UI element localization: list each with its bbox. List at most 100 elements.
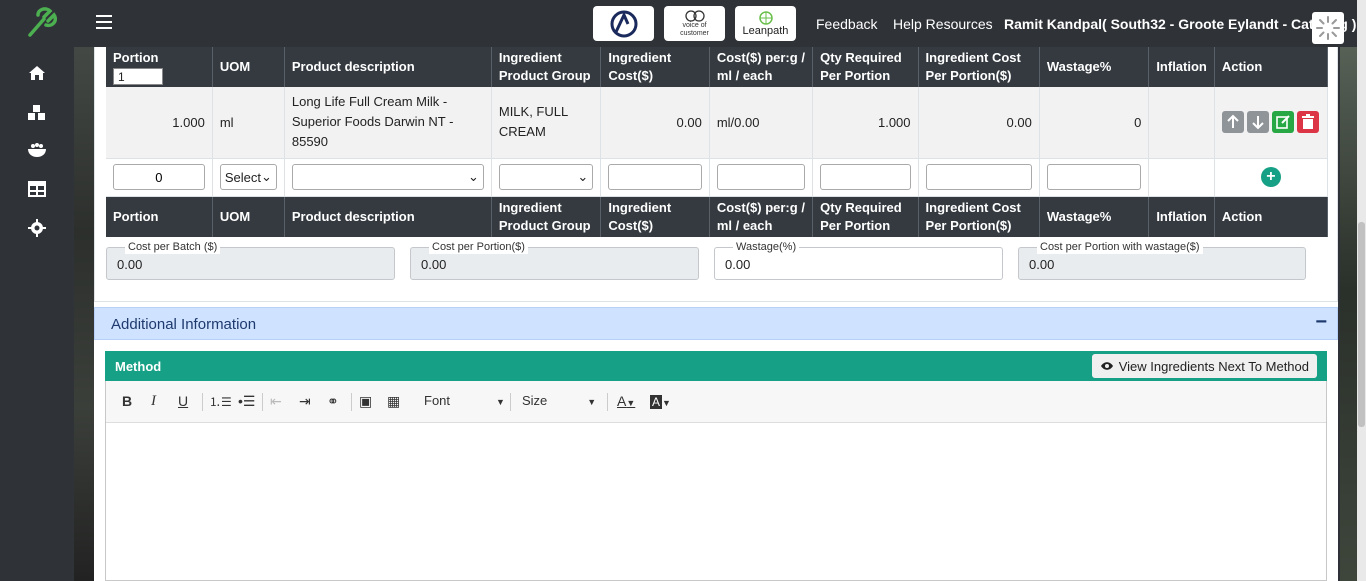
brand-leanpath-logo[interactable]: Leanpath: [735, 6, 796, 41]
user-menu[interactable]: Ramit Kandpal( South32 - Groote Eylandt …: [1004, 16, 1356, 32]
cost-per-batch-value: 0.00: [117, 257, 143, 272]
food-bowl-icon[interactable]: [27, 140, 47, 160]
portion-count-input[interactable]: [113, 68, 163, 85]
uom-select[interactable]: Select ⌄: [219, 164, 277, 190]
link-icon[interactable]: ⚭: [327, 393, 339, 410]
size-select[interactable]: Size ▼: [522, 393, 596, 408]
caret-down-icon: ▼: [587, 397, 597, 407]
footer-col-qty-required: Qty Required Per Portion: [812, 196, 919, 237]
move-down-icon[interactable]: [1246, 111, 1269, 134]
new-ingredient-cost-input[interactable]: [608, 164, 702, 190]
ingredients-table: Portion UOM Product description Ingredie…: [106, 47, 1329, 237]
new-qty-input[interactable]: [820, 164, 911, 190]
col-cost-per: Cost($) per:g / ml / each: [709, 47, 814, 87]
col-qty-required: Qty Required Per Portion: [812, 47, 919, 87]
sidebar: [0, 0, 74, 581]
toolbar-divider: [351, 393, 352, 411]
brand-ad-logo[interactable]: [593, 6, 654, 41]
product-description-select[interactable]: ⌄: [291, 164, 484, 190]
ordered-list-icon[interactable]: ⒈☰: [209, 393, 232, 410]
new-wastage-input[interactable]: [1046, 164, 1142, 190]
row-cost-portion: 0.00: [918, 87, 1040, 159]
add-ingredient-icon[interactable]: +: [1260, 167, 1281, 187]
product-group-select[interactable]: ⌄: [498, 164, 594, 190]
method-editor[interactable]: B I U ⒈☰ •☰ ⇤ ⇥ ⚭ ▣ ▦ Font ▼ Size ▼ A▼ A ▼: [105, 381, 1327, 581]
table-icon[interactable]: [27, 179, 47, 199]
move-up-icon[interactable]: [1221, 111, 1244, 134]
wastage-field[interactable]: Wastage(%) 0.00: [714, 240, 1003, 280]
row-product: Long Life Full Cream Milk - Superior Foo…: [284, 87, 492, 159]
method-title: Method: [115, 359, 162, 374]
background-color-icon[interactable]: A ▼: [650, 393, 671, 409]
footer-col-wastage: Wastage%: [1039, 196, 1150, 237]
brand-voice-of-customer-logo[interactable]: voice of customer: [664, 6, 725, 41]
row-cost: 0.00: [600, 87, 710, 159]
row-inflation: [1148, 87, 1215, 159]
background-image: [74, 0, 94, 581]
feedback-link[interactable]: Feedback: [816, 16, 877, 32]
image-icon[interactable]: ▣: [359, 393, 372, 410]
row-actions: [1214, 87, 1329, 159]
delete-icon[interactable]: [1296, 111, 1319, 134]
additional-information-title: Additional Information: [111, 316, 257, 333]
outdent-icon[interactable]: ⇤: [270, 393, 282, 410]
table-insert-icon[interactable]: ▦: [387, 393, 400, 410]
ingredients-card: Portion UOM Product description Ingredie…: [94, 47, 1338, 302]
help-resources-link[interactable]: Help Resources: [893, 16, 993, 32]
main-panel: Portion UOM Product description Ingredie…: [94, 47, 1338, 581]
row-portion: 1.000: [106, 87, 213, 159]
wastage-label: Wastage(%): [733, 240, 800, 254]
table-footer-row: Portion UOM Product description Ingredie…: [106, 196, 1329, 237]
view-ingredients-button[interactable]: View Ingredients Next To Method: [1091, 354, 1317, 378]
edit-icon[interactable]: [1271, 111, 1294, 134]
footer-col-inflation: Inflation: [1148, 196, 1215, 237]
editor-toolbar: B I U ⒈☰ •☰ ⇤ ⇥ ⚭ ▣ ▦ Font ▼ Size ▼ A▼ A ▼: [106, 381, 1326, 423]
scrollbar-thumb[interactable]: [1358, 222, 1365, 427]
font-select[interactable]: Font ▼: [424, 393, 505, 408]
chevron-down-icon: ⌄: [577, 169, 589, 184]
underline-icon[interactable]: U: [178, 393, 188, 409]
col-portion-label: Portion: [113, 50, 159, 65]
wastage-value[interactable]: 0.00: [725, 257, 750, 272]
row-uom: ml: [212, 87, 285, 159]
indent-icon[interactable]: ⇥: [299, 393, 311, 410]
italic-icon[interactable]: I: [151, 393, 156, 410]
cost-per-portion-label: Cost per Portion($): [429, 240, 528, 254]
unordered-list-icon[interactable]: •☰: [238, 393, 255, 410]
row-group: MILK, FULL CREAM: [491, 87, 602, 159]
new-cost-per-input[interactable]: [716, 164, 806, 190]
col-ingredient-cost-per-portion: Ingredient Cost Per Portion($): [918, 47, 1040, 87]
view-ingredients-label: View Ingredients Next To Method: [1118, 358, 1309, 374]
col-wastage: Wastage%: [1039, 47, 1150, 87]
additional-information-header[interactable]: Additional Information −: [94, 307, 1338, 340]
caret-down-icon: ▼: [496, 397, 505, 407]
brand-leanpath-text: Leanpath: [742, 24, 789, 37]
chevron-down-icon: ⌄: [467, 169, 479, 184]
col-ingredient-cost: Ingredient Cost($): [600, 47, 710, 87]
brand-voc-text: voice of customer: [680, 21, 709, 37]
menu-toggle-icon[interactable]: [96, 15, 112, 31]
cost-with-wastage-value: 0.00: [1029, 257, 1055, 272]
cost-per-portion-value: 0.00: [421, 257, 447, 272]
cost-with-wastage-label: Cost per Portion with wastage($): [1037, 240, 1203, 254]
col-portion: Portion: [106, 47, 213, 87]
new-portion-input[interactable]: [113, 164, 205, 190]
app-logo-icon[interactable]: [24, 5, 60, 39]
new-cost-portion-input[interactable]: [925, 164, 1032, 190]
text-color-icon[interactable]: A▼: [617, 393, 635, 409]
table-row: 1.000 ml Long Life Full Cream Milk - Sup…: [106, 87, 1329, 159]
home-icon[interactable]: [27, 63, 47, 83]
font-select-label: Font: [424, 393, 451, 408]
gear-icon[interactable]: [27, 218, 47, 238]
footer-col-action: Action: [1214, 196, 1329, 237]
bold-icon[interactable]: B: [122, 393, 132, 409]
col-product-description: Product description: [284, 47, 492, 87]
col-inflation: Inflation: [1148, 47, 1215, 87]
collapse-toggle-icon[interactable]: −: [1315, 311, 1327, 334]
toolbar-divider: [510, 393, 511, 411]
footer-col-ingredient-cost: Ingredient Cost($): [600, 196, 710, 237]
footer-col-cost-per: Cost($) per:g / ml / each: [709, 196, 814, 237]
row-cost-per: ml/0.00: [709, 87, 814, 159]
cost-with-wastage-field: Cost per Portion with wastage($) 0.00: [1018, 240, 1306, 280]
warehouse-icon[interactable]: [27, 102, 47, 122]
